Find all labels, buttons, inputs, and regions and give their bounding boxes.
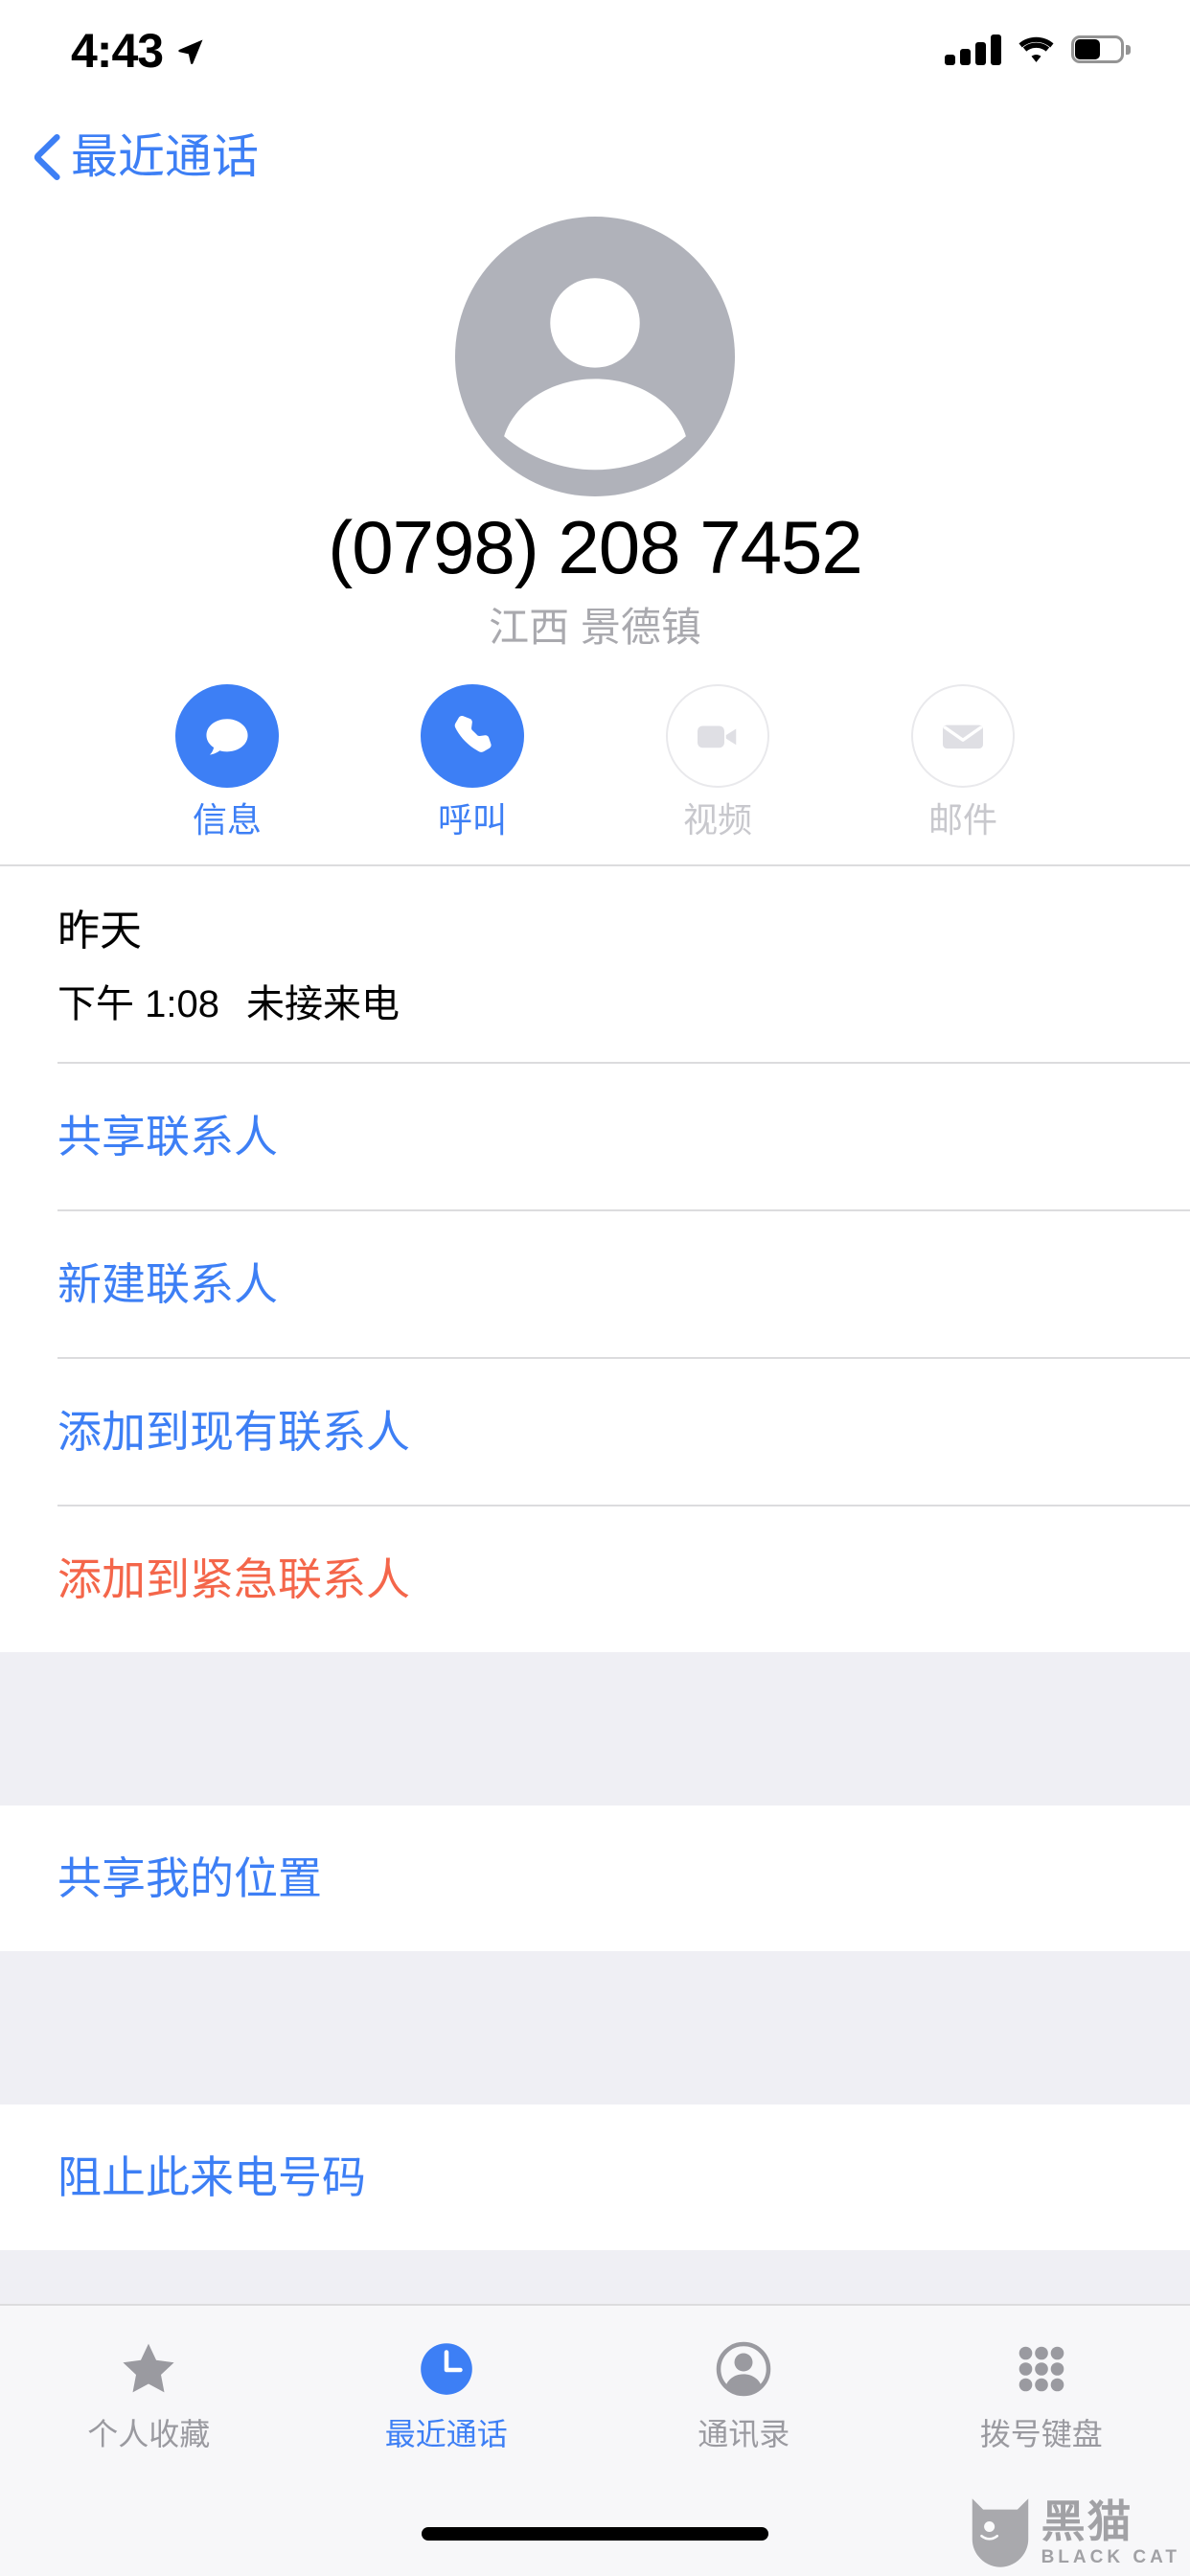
list-item-create-new-contact[interactable]: 新建联系人	[0, 1211, 1190, 1357]
back-button[interactable]: 最近通话	[33, 130, 260, 183]
call-history-time: 下午 1:08	[57, 983, 219, 1025]
block-group: 阻止此来电号码	[0, 2104, 1190, 2250]
group-spacer	[0, 1951, 1190, 2104]
status-bar-right	[945, 27, 1131, 65]
phone-handset-icon	[421, 684, 524, 788]
home-indicator[interactable]	[422, 2527, 768, 2541]
group-spacer	[0, 1652, 1190, 1806]
mail-envelope-icon	[911, 684, 1015, 788]
action-call-button[interactable]: 呼叫	[377, 684, 568, 838]
back-button-label: 最近通话	[71, 130, 260, 183]
list-item-label: 共享我的位置	[57, 1853, 322, 1903]
message-bubble-icon	[175, 684, 279, 788]
tab-keypad-label: 拨号键盘	[979, 2417, 1103, 2451]
bottom-spacer	[0, 2250, 1190, 2304]
tab-favorites[interactable]: 个人收藏	[0, 2333, 298, 2450]
call-history-entry: 下午 1:08 未接来电	[57, 985, 1133, 1024]
home-indicator-area	[0, 2492, 1190, 2576]
call-history-day: 昨天	[57, 908, 142, 954]
list-item-label: 添加到紧急联系人	[57, 1554, 410, 1604]
quick-actions-row: 信息 呼叫 视频 邮件	[0, 684, 1190, 864]
page-title-phone-number: (0798) 208 7452	[328, 505, 862, 589]
location-arrow-icon	[178, 39, 203, 64]
star-icon	[117, 2333, 180, 2405]
list-item-block-caller[interactable]: 阻止此来电号码	[0, 2104, 1190, 2250]
status-bar-left: 4:43	[71, 27, 205, 75]
list-item-label: 共享联系人	[57, 1112, 278, 1162]
action-message-button[interactable]: 信息	[131, 684, 323, 838]
action-mail-button[interactable]: 邮件	[867, 684, 1059, 838]
tab-bar: 个人收藏 最近通话 通讯录 拨号键盘	[0, 2304, 1190, 2492]
list-item-share-my-location[interactable]: 共享我的位置	[0, 1806, 1190, 1951]
video-camera-icon	[666, 684, 769, 788]
list-item-label: 新建联系人	[57, 1259, 278, 1309]
phone-call-detail-screen: 4:43 最近通话 (0798) 208 7452 江西 景德镇 信息 呼叫 视…	[0, 0, 1190, 2576]
tab-contacts-label: 通讯录	[698, 2417, 790, 2451]
wifi-icon	[1018, 36, 1054, 62]
contact-actions-group: 共享联系人 新建联系人 添加到现有联系人 添加到紧急联系人	[0, 1064, 1190, 1652]
person-placeholder-avatar	[455, 217, 735, 496]
contacts-person-icon	[712, 2333, 775, 2405]
chevron-left-icon	[34, 134, 60, 180]
list-item-add-to-emergency-contact[interactable]: 添加到紧急联系人	[0, 1506, 1190, 1652]
tab-keypad[interactable]: 拨号键盘	[893, 2333, 1190, 2450]
location-group: 共享我的位置	[0, 1806, 1190, 1951]
list-item-share-contact[interactable]: 共享联系人	[0, 1064, 1190, 1209]
tab-recents[interactable]: 最近通话	[298, 2333, 596, 2450]
recents-clock-icon	[415, 2333, 478, 2405]
contact-header: (0798) 208 7452 江西 景德镇	[0, 201, 1190, 648]
call-history-section: 昨天 下午 1:08 未接来电	[0, 866, 1190, 1062]
navigation-bar: 最近通话	[0, 113, 1190, 201]
action-call-label: 呼叫	[437, 800, 507, 840]
tab-favorites-label: 个人收藏	[87, 2417, 211, 2451]
battery-icon	[1071, 35, 1131, 64]
tab-contacts[interactable]: 通讯录	[595, 2333, 893, 2450]
list-item-label: 添加到现有联系人	[57, 1407, 410, 1457]
status-bar: 4:43	[0, 0, 1190, 113]
action-video-button[interactable]: 视频	[622, 684, 813, 838]
status-bar-clock: 4:43	[71, 24, 164, 78]
action-message-label: 信息	[192, 800, 262, 840]
action-video-label: 视频	[682, 800, 752, 840]
action-mail-label: 邮件	[927, 800, 997, 840]
list-item-label: 阻止此来电号码	[57, 2152, 366, 2202]
tab-recents-label: 最近通话	[384, 2417, 508, 2451]
keypad-dots-icon	[1010, 2333, 1073, 2405]
list-item-add-to-existing-contact[interactable]: 添加到现有联系人	[0, 1359, 1190, 1505]
phone-locality: 江西 景德镇	[489, 605, 701, 650]
call-history-type: 未接来电	[245, 983, 400, 1025]
cellular-signal-icon	[945, 34, 1001, 65]
